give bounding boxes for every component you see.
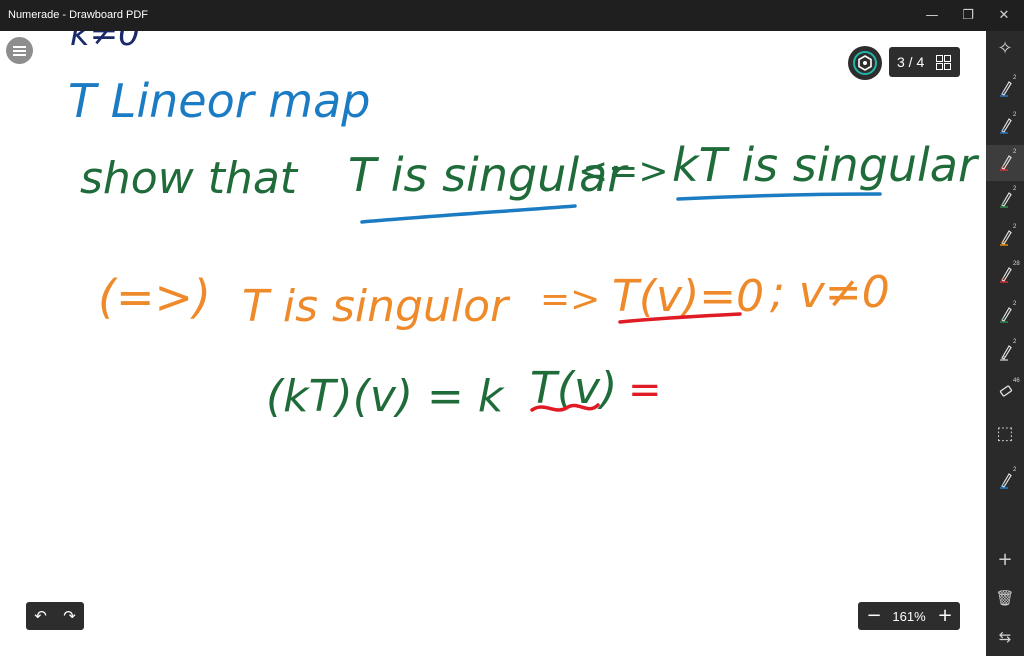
page-number-label: 3 / 4 [897, 54, 925, 70]
page-indicator[interactable]: 3 / 4 [889, 47, 960, 77]
tool-badge: 2 [1013, 301, 1017, 307]
pen-icon [1000, 192, 1012, 208]
ink-line-2-b: kT is singular [672, 138, 980, 192]
zoom-control: − 161% + [858, 602, 960, 630]
tool-highlighter-red[interactable]: 28 [986, 257, 1024, 293]
ink-line-2-arrow: <=> [578, 151, 669, 192]
tool-pen-blue-2[interactable]: 2 [986, 108, 1024, 144]
sparkle-icon[interactable]: ✧ [995, 39, 1015, 59]
redo-button[interactable]: ↷ [55, 602, 84, 630]
add-icon[interactable]: + [995, 550, 1015, 570]
tool-badge: 2 [1013, 339, 1017, 345]
pen-icon [1000, 345, 1012, 361]
pen-icon [1000, 307, 1012, 323]
tool-pen-green[interactable]: 2 [986, 182, 1024, 218]
close-button[interactable]: ✕ [986, 0, 1022, 31]
collapse-icon[interactable]: ⇆ [995, 627, 1015, 647]
undo-button[interactable]: ↶ [26, 602, 55, 630]
pen-icon [1000, 267, 1012, 283]
menu-icon-bar [13, 46, 26, 48]
zoom-out-button[interactable]: − [860, 602, 888, 630]
pdf-canvas[interactable]: k≠0 T Lineor map show that T is singular… [0, 31, 986, 656]
underline-blue-1 [360, 204, 577, 224]
window-title: Numerade - Drawboard PDF [8, 9, 148, 21]
ink-line-3-b: ; v≠0 [770, 267, 890, 318]
tool-badge: 2 [1013, 186, 1017, 192]
title-bar: Numerade - Drawboard PDF — ❐ ✕ [0, 0, 1024, 31]
minimize-button[interactable]: — [914, 0, 950, 31]
tool-badge: 2 [1013, 112, 1017, 118]
pen-icon [1000, 230, 1012, 246]
ink-line-1: T Lineor map [68, 74, 370, 128]
tool-pen-blue[interactable]: 2 [986, 71, 1024, 107]
undo-redo-group: ↶ ↷ [26, 602, 84, 630]
tool-badge: 46 [1013, 378, 1020, 384]
menu-icon-bar [13, 54, 26, 56]
tool-badge: 2 [1013, 224, 1017, 230]
ink-line-3-implies: => [540, 279, 600, 320]
pen-icon [1000, 118, 1012, 134]
tool-badge: 2 [1013, 149, 1017, 155]
eraser-icon [999, 385, 1013, 397]
tool-eraser[interactable]: 46 [986, 374, 1024, 410]
zoom-in-button[interactable]: + [931, 602, 959, 630]
underline-blue-2 [676, 192, 882, 201]
ink-top-fragment: k≠0 [70, 31, 140, 54]
pen-icon [1000, 155, 1012, 171]
ink-line-3-text: T is singulor [242, 281, 511, 332]
ink-line-4: (kT)(v) = k [266, 371, 505, 422]
tool-pen-green-2[interactable]: 2 [986, 297, 1024, 333]
tool-pen-orange[interactable]: 2 [986, 220, 1024, 256]
ink-top-fragment-text: k≠0 [70, 31, 140, 54]
tool-badge: 28 [1013, 261, 1020, 267]
ink-line-2-prefix: show that [80, 153, 299, 204]
menu-icon-bar [13, 50, 26, 52]
select-icon[interactable]: ⬚ [995, 424, 1015, 444]
page-nav-button[interactable] [848, 46, 882, 80]
tool-pen-grey[interactable]: 2 [986, 335, 1024, 371]
tool-pen-red[interactable]: 2 [986, 145, 1024, 181]
ink-line-3-arrow: (=>) [98, 270, 211, 324]
zoom-level: 161% [892, 609, 926, 624]
menu-button[interactable] [6, 37, 33, 64]
pen-icon [1000, 81, 1012, 97]
ink-line-4-eq: = [628, 367, 662, 413]
tool-sidebar: ✧ 2 2 2 2 2 28 2 2 46 2 ⬚ + 🗑 ⇆ [986, 31, 1024, 656]
tool-badge: 2 [1013, 467, 1017, 473]
thumbnails-icon[interactable] [936, 55, 951, 70]
pen-icon [1000, 473, 1012, 489]
tool-pen-teal[interactable]: 2 [986, 463, 1024, 499]
trash-icon[interactable]: 🗑 [995, 588, 1015, 608]
handwriting-layer: k≠0 T Lineor map show that T is singular… [68, 31, 980, 422]
hexagon-icon [858, 55, 872, 71]
tool-badge: 2 [1013, 75, 1017, 81]
restore-button[interactable]: ❐ [950, 0, 986, 31]
